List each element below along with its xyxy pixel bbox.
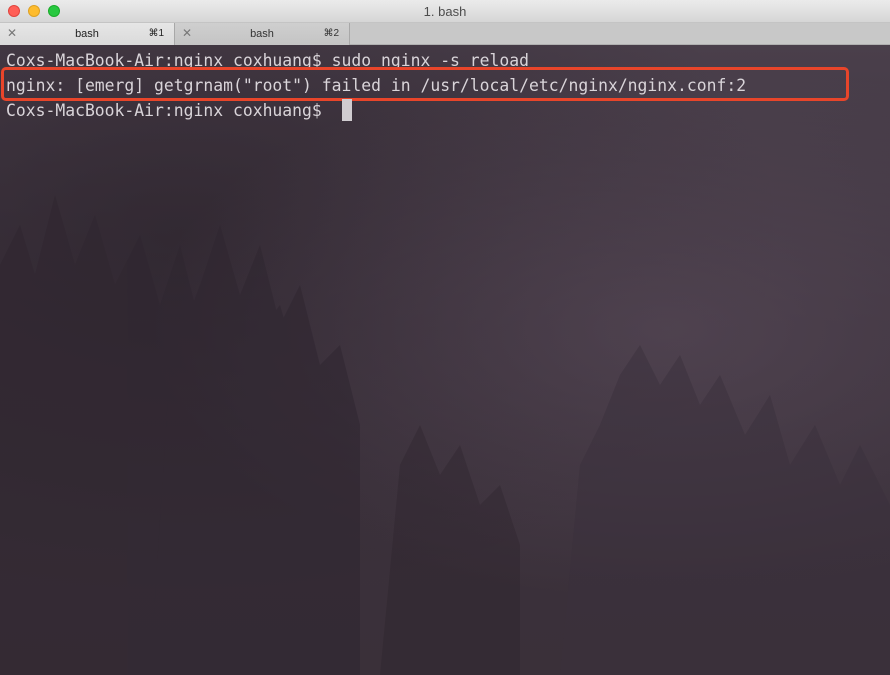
tab-bash-1[interactable]: ✕ bash ⌘1 [0, 23, 175, 45]
terminal-output[interactable]: Coxs-MacBook-Air:nginx coxhuang$ sudo ng… [0, 45, 890, 675]
cursor [341, 99, 352, 121]
tab-bash-2[interactable]: ✕ bash ⌘2 [175, 23, 350, 45]
background-forest-image [0, 195, 890, 675]
terminal-line-prompt: Coxs-MacBook-Air:nginx coxhuang$ [6, 99, 352, 123]
window-title: 1. bash [423, 4, 467, 19]
terminal-line-error: nginx: [emerg] getgrnam("root") failed i… [6, 76, 747, 95]
tab-shortcut: ⌘1 [148, 28, 164, 39]
tab-shortcut: ⌘2 [323, 28, 339, 39]
prompt-text: Coxs-MacBook-Air:nginx coxhuang$ [6, 101, 332, 120]
title-bar[interactable]: 1. bash [0, 0, 890, 23]
terminal-window: 1. bash ✕ bash ⌘1 ✕ bash ⌘2 Coxs-MacBook… [0, 0, 890, 675]
tab-bar: ✕ bash ⌘1 ✕ bash ⌘2 [0, 23, 890, 45]
